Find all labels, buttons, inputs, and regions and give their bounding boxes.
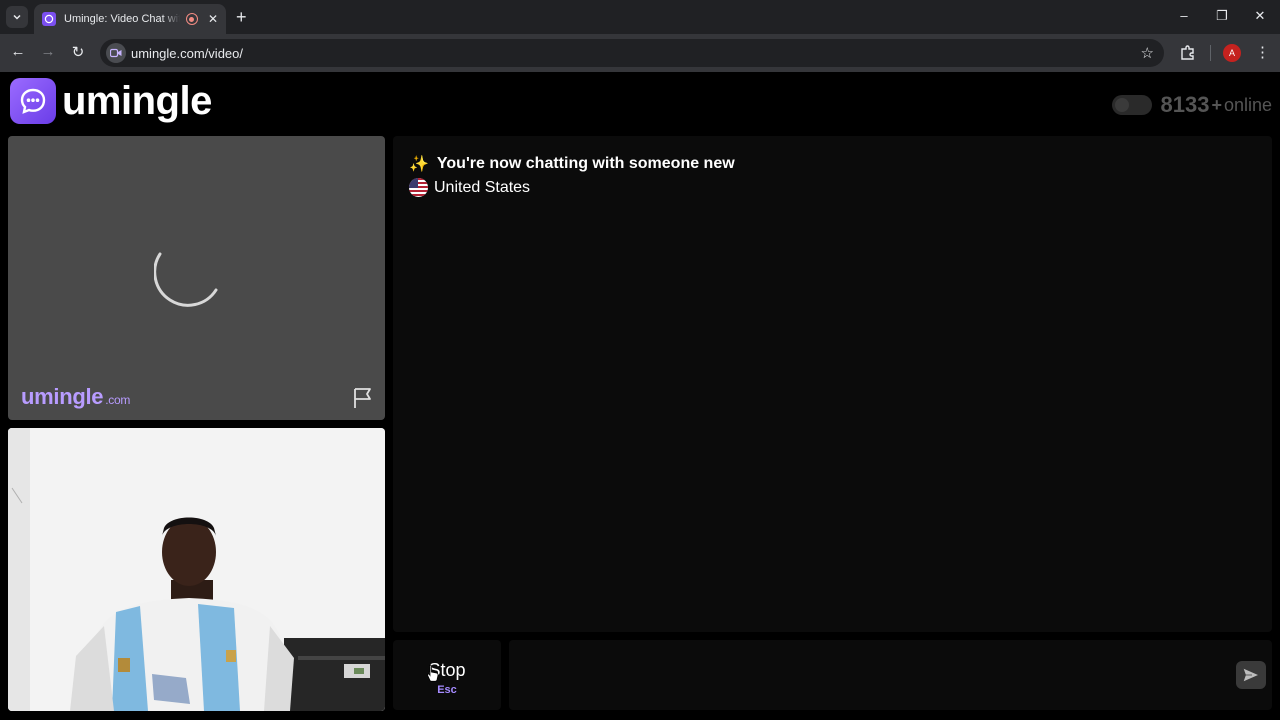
watermark-tld: .com (105, 393, 131, 407)
recording-indicator-icon (185, 13, 198, 25)
loading-spinner-icon (154, 252, 218, 307)
address-bar[interactable]: umingle.com/video/ ☆ (100, 39, 1164, 67)
send-arrow-icon (1242, 667, 1260, 683)
tab-title: Umingle: Video Chat with Strangers (64, 13, 180, 25)
report-flag-icon[interactable] (351, 386, 375, 410)
profile-avatar[interactable]: A (1223, 44, 1241, 62)
browser-tab-active[interactable]: Umingle: Video Chat with Strangers ✕ (34, 4, 226, 34)
url-text: umingle.com/video/ (131, 46, 243, 61)
online-count: 8133 (1160, 92, 1210, 117)
stop-label: Stop (428, 660, 466, 680)
reload-button[interactable]: ↻ (68, 43, 88, 61)
new-tab-button[interactable]: + (236, 8, 247, 26)
hand-cursor-icon (427, 664, 439, 682)
online-plus: + (1211, 94, 1222, 115)
system-message: ✨ You're now chatting with someone new (409, 154, 735, 174)
partner-country-name: United States (434, 178, 531, 196)
umingle-page: umingle 8133 + online umingle .com ✨ You… (0, 72, 1280, 720)
browser-tab-bar: Umingle: Video Chat with Strangers ✕ + –… (0, 0, 1280, 34)
logo-wordmark: umingle (62, 78, 212, 123)
local-webcam-video (8, 428, 385, 711)
toolbar-divider (1210, 45, 1211, 61)
tab-search-button[interactable] (6, 6, 28, 28)
online-label: online (1223, 94, 1272, 115)
bookmark-star-icon[interactable]: ☆ (1141, 44, 1154, 62)
partner-country: United States (409, 178, 530, 197)
stop-shortcut: Esc (437, 684, 457, 696)
remote-video: umingle .com (8, 136, 385, 420)
sparkles-icon: ✨ (409, 156, 429, 173)
camera-in-use-icon[interactable] (106, 43, 126, 63)
umingle-favicon-icon (42, 12, 56, 26)
webcam-feed-image (8, 428, 385, 711)
browser-menu-button[interactable]: ⋮ (1255, 43, 1270, 61)
stop-button[interactable]: Stop Esc (393, 640, 501, 710)
system-message-text: You're now chatting with someone new (436, 155, 735, 172)
forward-button[interactable]: → (38, 43, 58, 60)
tab-close-button[interactable]: ✕ (208, 12, 218, 26)
online-counter: 8133 + online (1112, 92, 1272, 118)
chat-bubble-logo-icon (10, 78, 56, 124)
extensions-puzzle-icon[interactable] (1179, 44, 1197, 62)
browser-toolbar: ← → ↻ umingle.com/video/ ☆ A ⋮ (0, 34, 1280, 72)
chevron-down-icon (13, 14, 21, 20)
back-button[interactable]: ← (8, 43, 28, 60)
window-close-button[interactable]: ✕ (1250, 8, 1270, 24)
message-input[interactable] (509, 640, 1272, 710)
watermark-name: umingle (21, 384, 104, 409)
chat-log: ✨ You're now chatting with someone new U… (393, 136, 1272, 632)
minimize-button[interactable]: – (1174, 8, 1194, 23)
online-status-toggle[interactable] (1112, 95, 1153, 115)
site-logo[interactable]: umingle (10, 78, 212, 124)
umingle-watermark: umingle .com (21, 384, 130, 410)
restore-button[interactable]: ❐ (1212, 8, 1232, 24)
us-flag-icon (409, 178, 428, 197)
send-button[interactable] (1236, 661, 1266, 689)
